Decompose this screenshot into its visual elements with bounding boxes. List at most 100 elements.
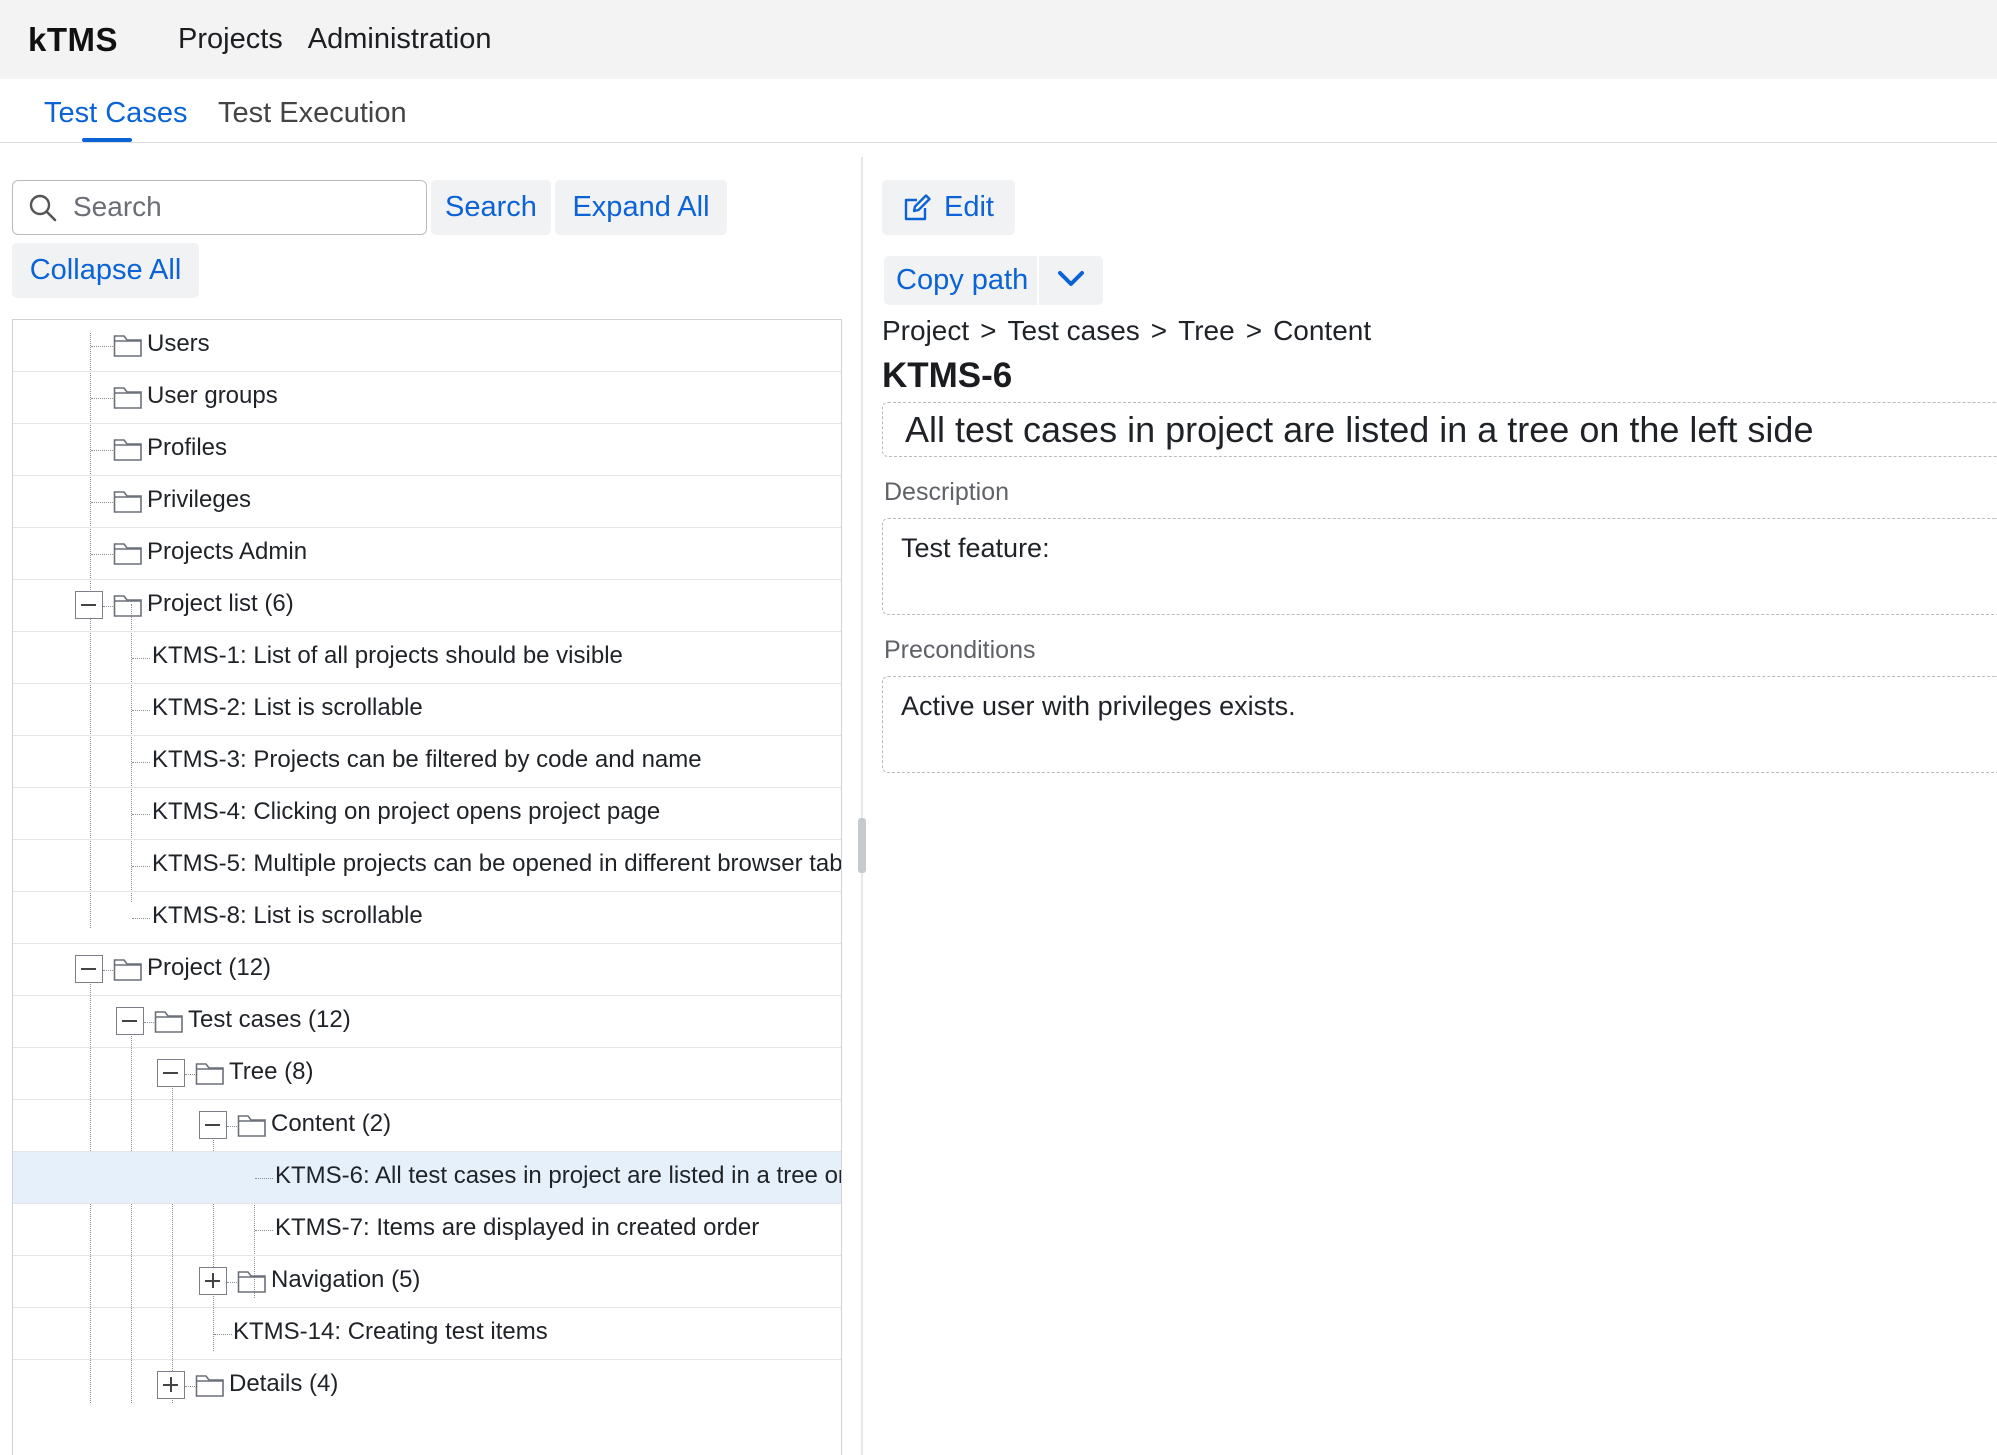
tree-node-label: KTMS-5: Multiple projects can be opened … (152, 850, 842, 877)
edit-button[interactable]: Edit (882, 180, 1015, 235)
breadcrumb-item[interactable]: Content (1273, 315, 1371, 347)
tree-node-label: KTMS-7: Items are displayed in created o… (275, 1214, 760, 1241)
description-text: Test feature: (901, 533, 1050, 563)
search-icon (29, 194, 57, 222)
folder-icon (113, 335, 142, 357)
folder-icon (154, 1011, 183, 1033)
tree-node[interactable]: KTMS-1: List of all projects should be v… (13, 632, 841, 684)
expand-all-button[interactable]: Expand All (555, 180, 727, 235)
edit-icon (904, 194, 931, 221)
tab-test-cases[interactable]: Test Cases (44, 97, 187, 130)
tree-node[interactable]: Profiles (13, 424, 841, 476)
test-case-tree: Users User groups Profiles Privileges Pr… (12, 319, 842, 1455)
tree-node-label: Project (12) (147, 954, 272, 981)
description-label: Description (884, 478, 1010, 506)
minus-icon (81, 604, 96, 606)
expand-toggle[interactable] (199, 1267, 227, 1295)
tree-node[interactable]: KTMS-5: Multiple projects can be opened … (13, 840, 841, 892)
tree-node-tree[interactable]: Tree (8) (13, 1048, 841, 1100)
tree-node[interactable]: KTMS-14: Creating test items (13, 1308, 841, 1360)
tree-node-navigation[interactable]: Navigation (5) (13, 1256, 841, 1308)
tree-node-label: KTMS-2: List is scrollable (152, 694, 423, 721)
tree-node-project-list[interactable]: Project list (6) (13, 580, 841, 632)
copy-path-group: Copy path (884, 256, 1103, 305)
folder-icon (195, 1375, 224, 1397)
tree-node-test-cases[interactable]: Test cases (12) (13, 996, 841, 1048)
nav-projects[interactable]: Projects (178, 23, 283, 56)
tree-node-content[interactable]: Content (2) (13, 1100, 841, 1152)
collapse-toggle[interactable] (75, 955, 103, 983)
tree-node-label: Users (147, 330, 210, 357)
tree-node[interactable]: Users (13, 320, 841, 372)
tree-node-label: Profiles (147, 434, 228, 461)
copy-path-label: Copy path (896, 264, 1029, 296)
copy-path-button[interactable]: Copy path (884, 256, 1037, 305)
tree-node-project[interactable]: Project (12) (13, 944, 841, 996)
collapse-all-button[interactable]: Collapse All (12, 243, 199, 298)
folder-icon (237, 1115, 266, 1137)
tree-node[interactable]: KTMS-4: Clicking on project opens projec… (13, 788, 841, 840)
minus-icon (122, 1020, 137, 1022)
breadcrumb: Project > Test cases > Tree > Content (882, 315, 1371, 347)
copy-path-dropdown[interactable] (1039, 256, 1103, 305)
tree-node-label: KTMS-6: All test cases in project are li… (275, 1162, 841, 1189)
breadcrumb-item[interactable]: Tree (1178, 315, 1235, 347)
tree-node-details[interactable]: Details (4) (13, 1360, 841, 1412)
preconditions-text: Active user with privileges exists. (901, 691, 1296, 721)
tree-node[interactable]: KTMS-3: Projects can be filtered by code… (13, 736, 841, 788)
collapse-toggle[interactable] (75, 591, 103, 619)
preconditions-field[interactable]: Active user with privileges exists. (882, 676, 1997, 773)
tree-node-label: Navigation (5) (271, 1266, 421, 1293)
minus-icon (81, 968, 96, 970)
tree-node-label: Content (2) (271, 1110, 392, 1137)
tree-node-label: User groups (147, 382, 278, 409)
app-logo[interactable]: kTMS (28, 21, 118, 59)
tree-node-label: Tree (8) (229, 1058, 314, 1085)
tree-node-label: KTMS-8: List is scrollable (152, 902, 423, 929)
breadcrumb-separator: > (980, 315, 997, 346)
expand-toggle[interactable] (157, 1371, 185, 1399)
folder-icon (113, 543, 142, 565)
case-title: All test cases in project are listed in … (905, 409, 1814, 450)
search-box (12, 180, 427, 235)
tree-node[interactable]: User groups (13, 372, 841, 424)
tab-bar: Test Cases Test Execution (0, 79, 1997, 143)
folder-icon (237, 1271, 266, 1293)
search-button[interactable]: Search (431, 180, 551, 235)
folder-icon (113, 439, 142, 461)
folder-icon (195, 1063, 224, 1085)
tree-node-label: KTMS-3: Projects can be filtered by code… (152, 746, 702, 773)
tab-test-execution[interactable]: Test Execution (218, 97, 407, 130)
panel-splitter[interactable] (861, 157, 863, 1455)
tree-node-label: KTMS-4: Clicking on project opens projec… (152, 798, 661, 825)
minus-icon (205, 1124, 220, 1126)
tree-node-label: Projects Admin (147, 538, 308, 565)
collapse-toggle[interactable] (157, 1059, 185, 1087)
collapse-toggle[interactable] (116, 1007, 144, 1035)
breadcrumb-item[interactable]: Test cases (1008, 315, 1140, 347)
minus-icon (163, 1072, 178, 1074)
active-tab-indicator (82, 138, 132, 142)
breadcrumb-item[interactable]: Project (882, 315, 969, 347)
tree-node-label: Test cases (12) (188, 1006, 351, 1033)
search-input[interactable] (71, 187, 411, 227)
collapse-toggle[interactable] (199, 1111, 227, 1139)
folder-icon (113, 387, 142, 409)
edit-label: Edit (944, 191, 994, 223)
splitter-handle[interactable] (858, 818, 866, 873)
tree-node-selected[interactable]: KTMS-6: All test cases in project are li… (13, 1152, 841, 1204)
tree-node[interactable]: Projects Admin (13, 528, 841, 580)
main-nav: Projects Administration (178, 23, 492, 56)
case-title-field[interactable]: All test cases in project are listed in … (882, 402, 1997, 457)
description-field[interactable]: Test feature: (882, 518, 1997, 615)
folder-icon (113, 491, 142, 513)
tree-node-label: Details (4) (229, 1370, 339, 1397)
tree-node[interactable]: KTMS-2: List is scrollable (13, 684, 841, 736)
breadcrumb-separator: > (1245, 315, 1263, 346)
tree-node-label: KTMS-1: List of all projects should be v… (152, 642, 623, 669)
tree-node[interactable]: KTMS-8: List is scrollable (13, 892, 841, 944)
tree-node[interactable]: Privileges (13, 476, 841, 528)
tree-node[interactable]: KTMS-7: Items are displayed in created o… (13, 1204, 841, 1256)
nav-administration[interactable]: Administration (308, 23, 492, 56)
tree-node-label: KTMS-14: Creating test items (233, 1318, 548, 1345)
